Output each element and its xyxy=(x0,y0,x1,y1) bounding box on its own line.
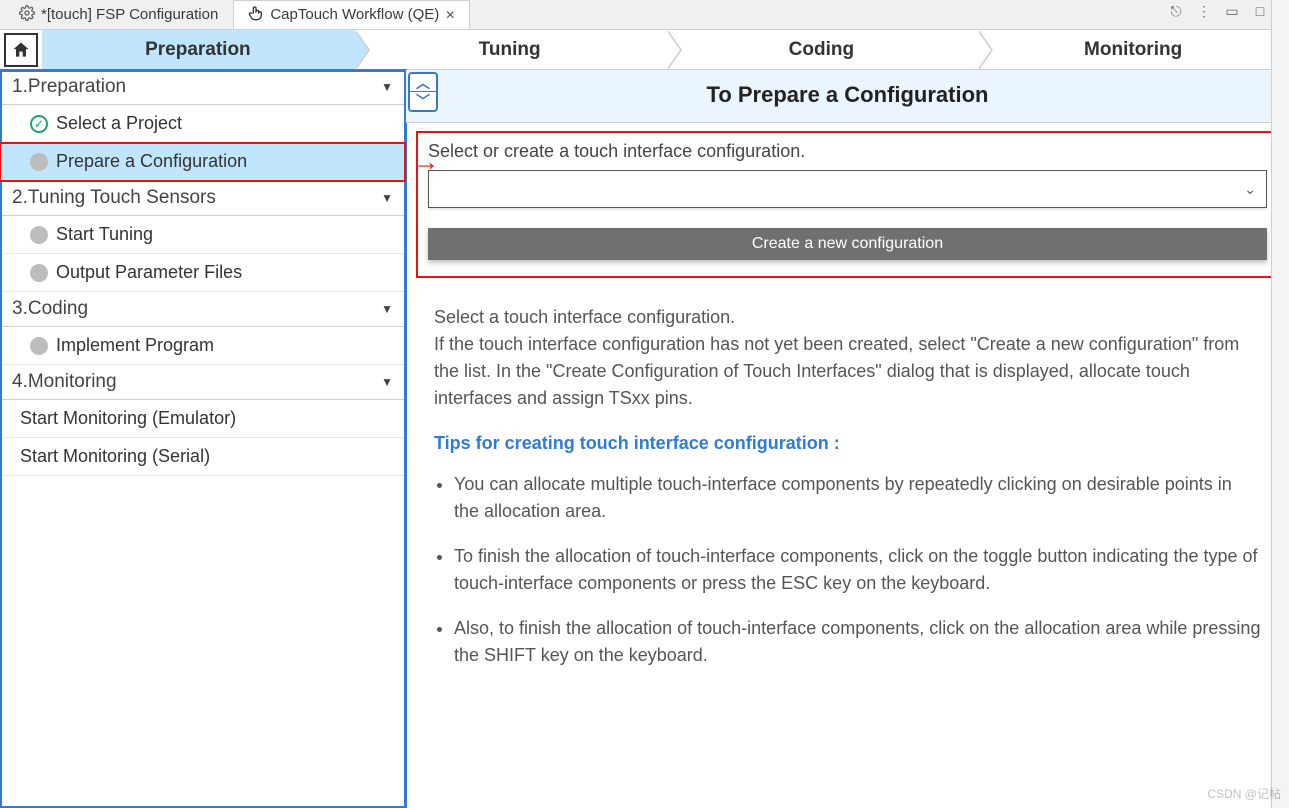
tip-item: To finish the allocation of touch-interf… xyxy=(454,543,1261,597)
up-button[interactable]: ︿ xyxy=(410,74,436,92)
description-text: Select a touch interface configuration. … xyxy=(406,288,1289,669)
watermark-text: CSDN @记帖 xyxy=(1207,785,1281,802)
down-button[interactable]: ﹀ xyxy=(410,92,436,110)
section-coding[interactable]: 3.Coding ▼ xyxy=(0,292,405,327)
toolbar-right: ⎋ ⋮ ▭ □ xyxy=(1167,2,1269,20)
maximize-icon[interactable]: □ xyxy=(1251,2,1269,20)
editor-tabbar: *[touch] FSP Configuration CapTouch Work… xyxy=(0,0,1289,30)
sidebar-item-monitor-emulator[interactable]: Start Monitoring (Emulator) xyxy=(0,400,405,438)
chevron-down-icon: ⌄ xyxy=(1244,181,1256,198)
close-icon[interactable]: ✕ xyxy=(445,8,455,22)
stage-monitoring[interactable]: Monitoring xyxy=(977,30,1289,69)
bullet-icon xyxy=(30,153,48,171)
gear-icon xyxy=(19,5,35,25)
instruction-text: Select or create a touch interface confi… xyxy=(428,141,1267,162)
config-selection-area: Select or create a touch interface confi… xyxy=(416,131,1279,278)
sidebar-item-implement-program[interactable]: Implement Program xyxy=(0,327,405,365)
right-gutter xyxy=(1271,0,1289,808)
workflow-sidebar: 1.Preparation ▼ ✓ Select a Project Prepa… xyxy=(0,70,406,808)
caret-down-icon: ▼ xyxy=(381,375,393,389)
sidebar-item-monitor-serial[interactable]: Start Monitoring (Serial) xyxy=(0,438,405,476)
bullet-icon xyxy=(30,264,48,282)
check-icon: ✓ xyxy=(30,115,48,133)
link-icon[interactable]: ⎋ xyxy=(1167,2,1185,20)
updown-control: ︿ ﹀ xyxy=(408,72,438,112)
caret-down-icon: ▼ xyxy=(381,302,393,316)
sidebar-item-start-tuning[interactable]: Start Tuning xyxy=(0,216,405,254)
minimize-icon[interactable]: ▭ xyxy=(1223,2,1241,20)
stage-preparation[interactable]: Preparation xyxy=(42,30,354,69)
content-title: ︿ ﹀ To Prepare a Configuration xyxy=(406,70,1289,123)
tab-label: *[touch] FSP Configuration xyxy=(41,6,218,23)
section-monitoring[interactable]: 4.Monitoring ▼ xyxy=(0,365,405,400)
tab-fsp-config[interactable]: *[touch] FSP Configuration xyxy=(4,0,233,29)
bullet-icon xyxy=(30,337,48,355)
tab-label: CapTouch Workflow (QE) xyxy=(270,6,439,23)
sidebar-item-prepare-config[interactable]: Prepare a Configuration → xyxy=(0,143,405,181)
tip-item: You can allocate multiple touch-interfac… xyxy=(454,471,1261,525)
tips-heading: Tips for creating touch interface config… xyxy=(434,430,1261,457)
sidebar-item-output-params[interactable]: Output Parameter Files xyxy=(0,254,405,292)
stage-coding[interactable]: Coding xyxy=(666,30,978,69)
home-button[interactable] xyxy=(4,33,38,67)
tip-item: Also, to finish the allocation of touch-… xyxy=(454,615,1261,669)
caret-down-icon: ▼ xyxy=(381,191,393,205)
stage-tuning[interactable]: Tuning xyxy=(354,30,666,69)
create-config-button[interactable]: Create a new configuration xyxy=(428,228,1267,260)
sidebar-item-select-project[interactable]: ✓ Select a Project xyxy=(0,105,405,143)
section-preparation[interactable]: 1.Preparation ▼ xyxy=(0,70,405,105)
menu-icon[interactable]: ⋮ xyxy=(1195,2,1213,20)
bullet-icon xyxy=(30,226,48,244)
content-panel: ︿ ﹀ To Prepare a Configuration Select or… xyxy=(406,70,1289,808)
section-tuning[interactable]: 2.Tuning Touch Sensors ▼ xyxy=(0,181,405,216)
workflow-stagebar: Preparation Tuning Coding Monitoring xyxy=(0,30,1289,70)
caret-down-icon: ▼ xyxy=(381,80,393,94)
config-dropdown[interactable]: ⌄ xyxy=(428,170,1267,208)
finger-icon xyxy=(248,5,264,25)
tab-captouch-workflow[interactable]: CapTouch Workflow (QE) ✕ xyxy=(233,0,470,29)
